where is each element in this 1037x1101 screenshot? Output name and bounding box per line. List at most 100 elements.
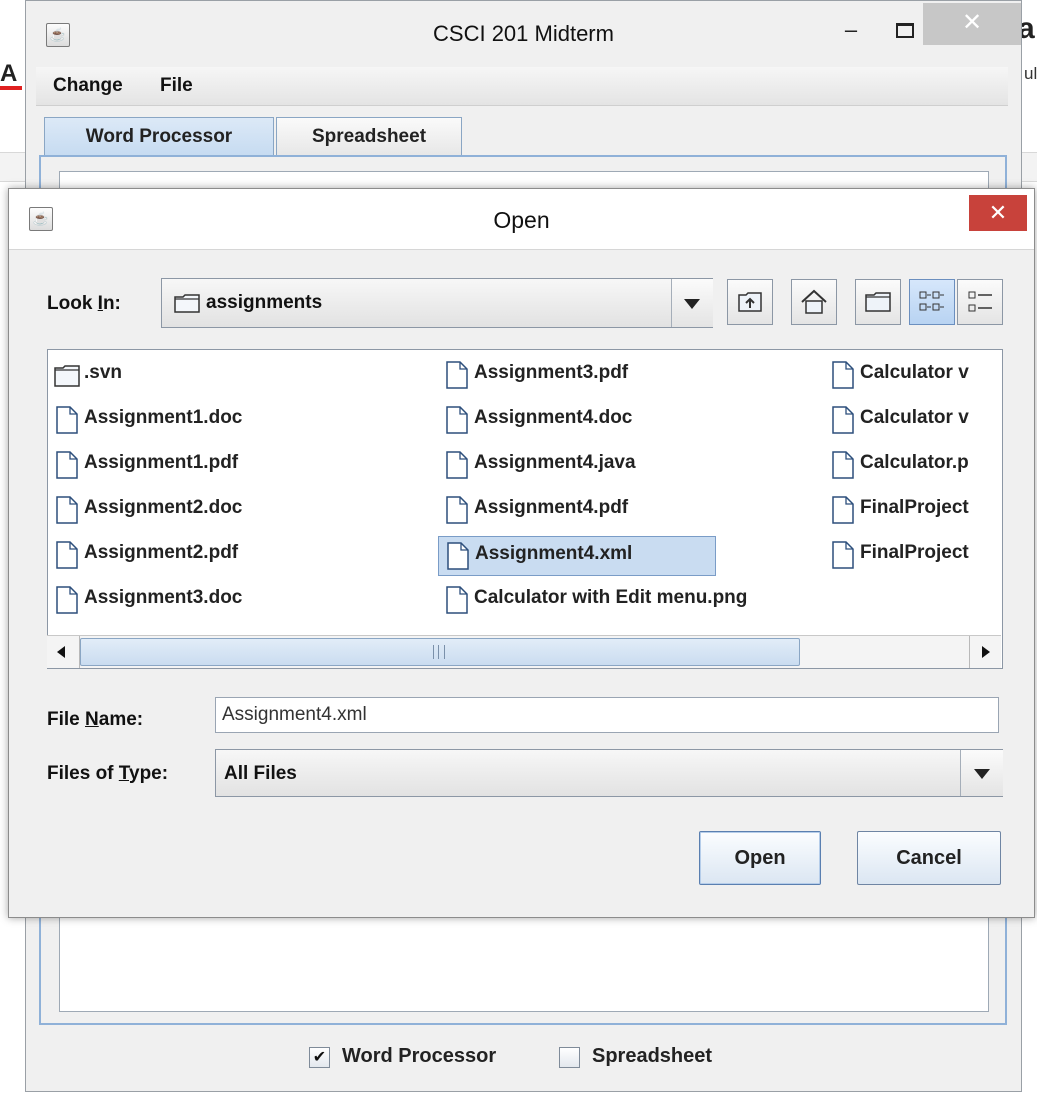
folder-icon <box>54 365 80 387</box>
file-name-text: Assignment3.doc <box>84 587 243 608</box>
background-text-left: A <box>0 60 18 87</box>
file-list-item[interactable]: FinalProject <box>824 536 1002 574</box>
horizontal-scrollbar[interactable] <box>47 635 1001 668</box>
file-name-field[interactable] <box>215 697 999 733</box>
word-processor-checkbox-label[interactable]: Word Processor <box>342 1045 496 1068</box>
file-list-item[interactable]: Assignment3.doc <box>48 581 408 619</box>
menu-bar: Change File <box>36 67 1008 106</box>
file-name-text: Assignment2.doc <box>84 497 243 518</box>
dialog-title: Open <box>493 207 550 233</box>
file-list-item[interactable]: Assignment4.xml <box>438 536 716 576</box>
file-icon <box>56 586 78 614</box>
file-icon <box>446 496 468 524</box>
folder-list-item[interactable]: .svn <box>48 356 408 394</box>
file-name-text: FinalProject <box>860 497 969 518</box>
file-name-text: Calculator v <box>860 362 969 383</box>
up-one-level-button[interactable] <box>727 279 773 325</box>
look-in-label: Look In: <box>47 293 121 314</box>
file-name-text: FinalProject <box>860 542 969 563</box>
file-name-text: Assignment1.doc <box>84 407 243 428</box>
look-in-dropdown-arrow[interactable] <box>671 279 713 327</box>
file-name-text: Calculator with Edit menu.png <box>474 587 748 608</box>
document-text-area-lower[interactable] <box>59 917 989 1012</box>
file-name-text: Calculator.p <box>860 452 969 473</box>
open-button[interactable]: Open <box>699 831 821 885</box>
new-folder-button[interactable] <box>855 279 901 325</box>
list-view-button[interactable] <box>909 279 955 325</box>
tab-word-processor[interactable]: Word Processor <box>44 117 274 156</box>
file-icon <box>832 496 854 524</box>
file-list-item[interactable]: Assignment2.doc <box>48 491 408 529</box>
dialog-close-button[interactable]: ✕ <box>969 195 1027 231</box>
file-type-value: All Files <box>224 763 297 784</box>
minimize-button[interactable]: – <box>834 15 868 45</box>
file-type-dropdown-arrow[interactable] <box>960 750 1003 796</box>
open-file-dialog: ☕ Open ✕ Look In: assignments .svn Assig… <box>8 188 1035 918</box>
file-icon <box>446 406 468 434</box>
scroll-right-button[interactable] <box>969 636 1002 668</box>
file-name-text: Assignment4.xml <box>475 543 633 564</box>
file-type-label: Files of Type: <box>47 763 169 784</box>
menu-change[interactable]: Change <box>53 75 123 97</box>
file-name-label: File Name: <box>47 709 144 730</box>
file-icon <box>56 406 78 434</box>
chevron-left-icon <box>57 646 65 658</box>
chevron-right-icon <box>982 646 990 658</box>
dialog-titlebar[interactable]: ☕ Open ✕ <box>9 189 1034 250</box>
file-icon <box>446 361 468 389</box>
menu-file[interactable]: File <box>160 75 193 97</box>
file-icon <box>832 451 854 479</box>
close-window-button[interactable]: ✕ <box>923 3 1021 45</box>
file-list-item[interactable]: Assignment3.pdf <box>438 356 818 394</box>
file-list-item[interactable]: Calculator v <box>824 401 1002 439</box>
file-list-item[interactable]: Calculator v <box>824 356 1002 394</box>
file-list[interactable]: .svn Assignment1.doc Assignment1.pdf Assign… <box>47 349 1003 669</box>
maximize-icon <box>896 23 914 38</box>
file-icon <box>446 451 468 479</box>
file-list-item[interactable]: Assignment4.doc <box>438 401 818 439</box>
folder-icon <box>174 294 200 313</box>
details-view-button[interactable] <box>957 279 1003 325</box>
file-icon <box>832 406 854 434</box>
file-icon <box>446 586 468 614</box>
file-list-item[interactable]: Calculator with Edit menu.png <box>438 581 818 619</box>
file-icon <box>56 451 78 479</box>
file-icon <box>832 361 854 389</box>
maximize-button[interactable] <box>886 15 920 45</box>
file-icon <box>56 541 78 569</box>
scrollbar-thumb[interactable] <box>80 638 800 666</box>
background-text-right-2: ul <box>1024 64 1037 83</box>
file-type-dropdown[interactable]: All Files <box>215 749 1003 797</box>
cancel-button[interactable]: Cancel <box>857 831 1001 885</box>
home-button[interactable] <box>791 279 837 325</box>
background-underline <box>0 86 22 90</box>
file-list-item[interactable]: Assignment1.pdf <box>48 446 408 484</box>
file-name-text: Assignment4.java <box>474 452 636 473</box>
file-icon <box>832 541 854 569</box>
file-name-text: .svn <box>84 362 123 383</box>
scroll-left-button[interactable] <box>47 636 80 668</box>
main-titlebar[interactable]: ☕ CSCI 201 Midterm – ✕ <box>26 1 1021 63</box>
file-name-text: Calculator v <box>860 407 969 428</box>
new-folder-icon <box>865 292 891 312</box>
spreadsheet-checkbox[interactable] <box>559 1047 580 1068</box>
file-name-text: Assignment1.pdf <box>84 452 239 473</box>
file-list-item[interactable]: Assignment1.doc <box>48 401 408 439</box>
grip-icon <box>433 645 445 659</box>
file-name-text: Assignment4.doc <box>474 407 633 428</box>
file-name-text: Assignment2.pdf <box>84 542 239 563</box>
list-view-icon <box>919 291 944 311</box>
spreadsheet-checkbox-label[interactable]: Spreadsheet <box>592 1045 712 1068</box>
tab-spreadsheet[interactable]: Spreadsheet <box>276 117 462 156</box>
file-list-item[interactable]: FinalProject <box>824 491 1002 529</box>
chevron-down-icon <box>684 299 700 309</box>
up-folder-icon <box>738 292 762 312</box>
file-list-item[interactable]: Assignment2.pdf <box>48 536 408 574</box>
file-list-item[interactable]: Calculator.p <box>824 446 1002 484</box>
look-in-dropdown[interactable]: assignments <box>161 278 713 328</box>
file-list-item[interactable]: Assignment4.java <box>438 446 818 484</box>
file-list-item[interactable]: Assignment4.pdf <box>438 491 818 529</box>
word-processor-checkbox[interactable]: ✔ <box>309 1047 330 1068</box>
home-icon <box>801 289 827 314</box>
file-icon <box>447 542 469 570</box>
